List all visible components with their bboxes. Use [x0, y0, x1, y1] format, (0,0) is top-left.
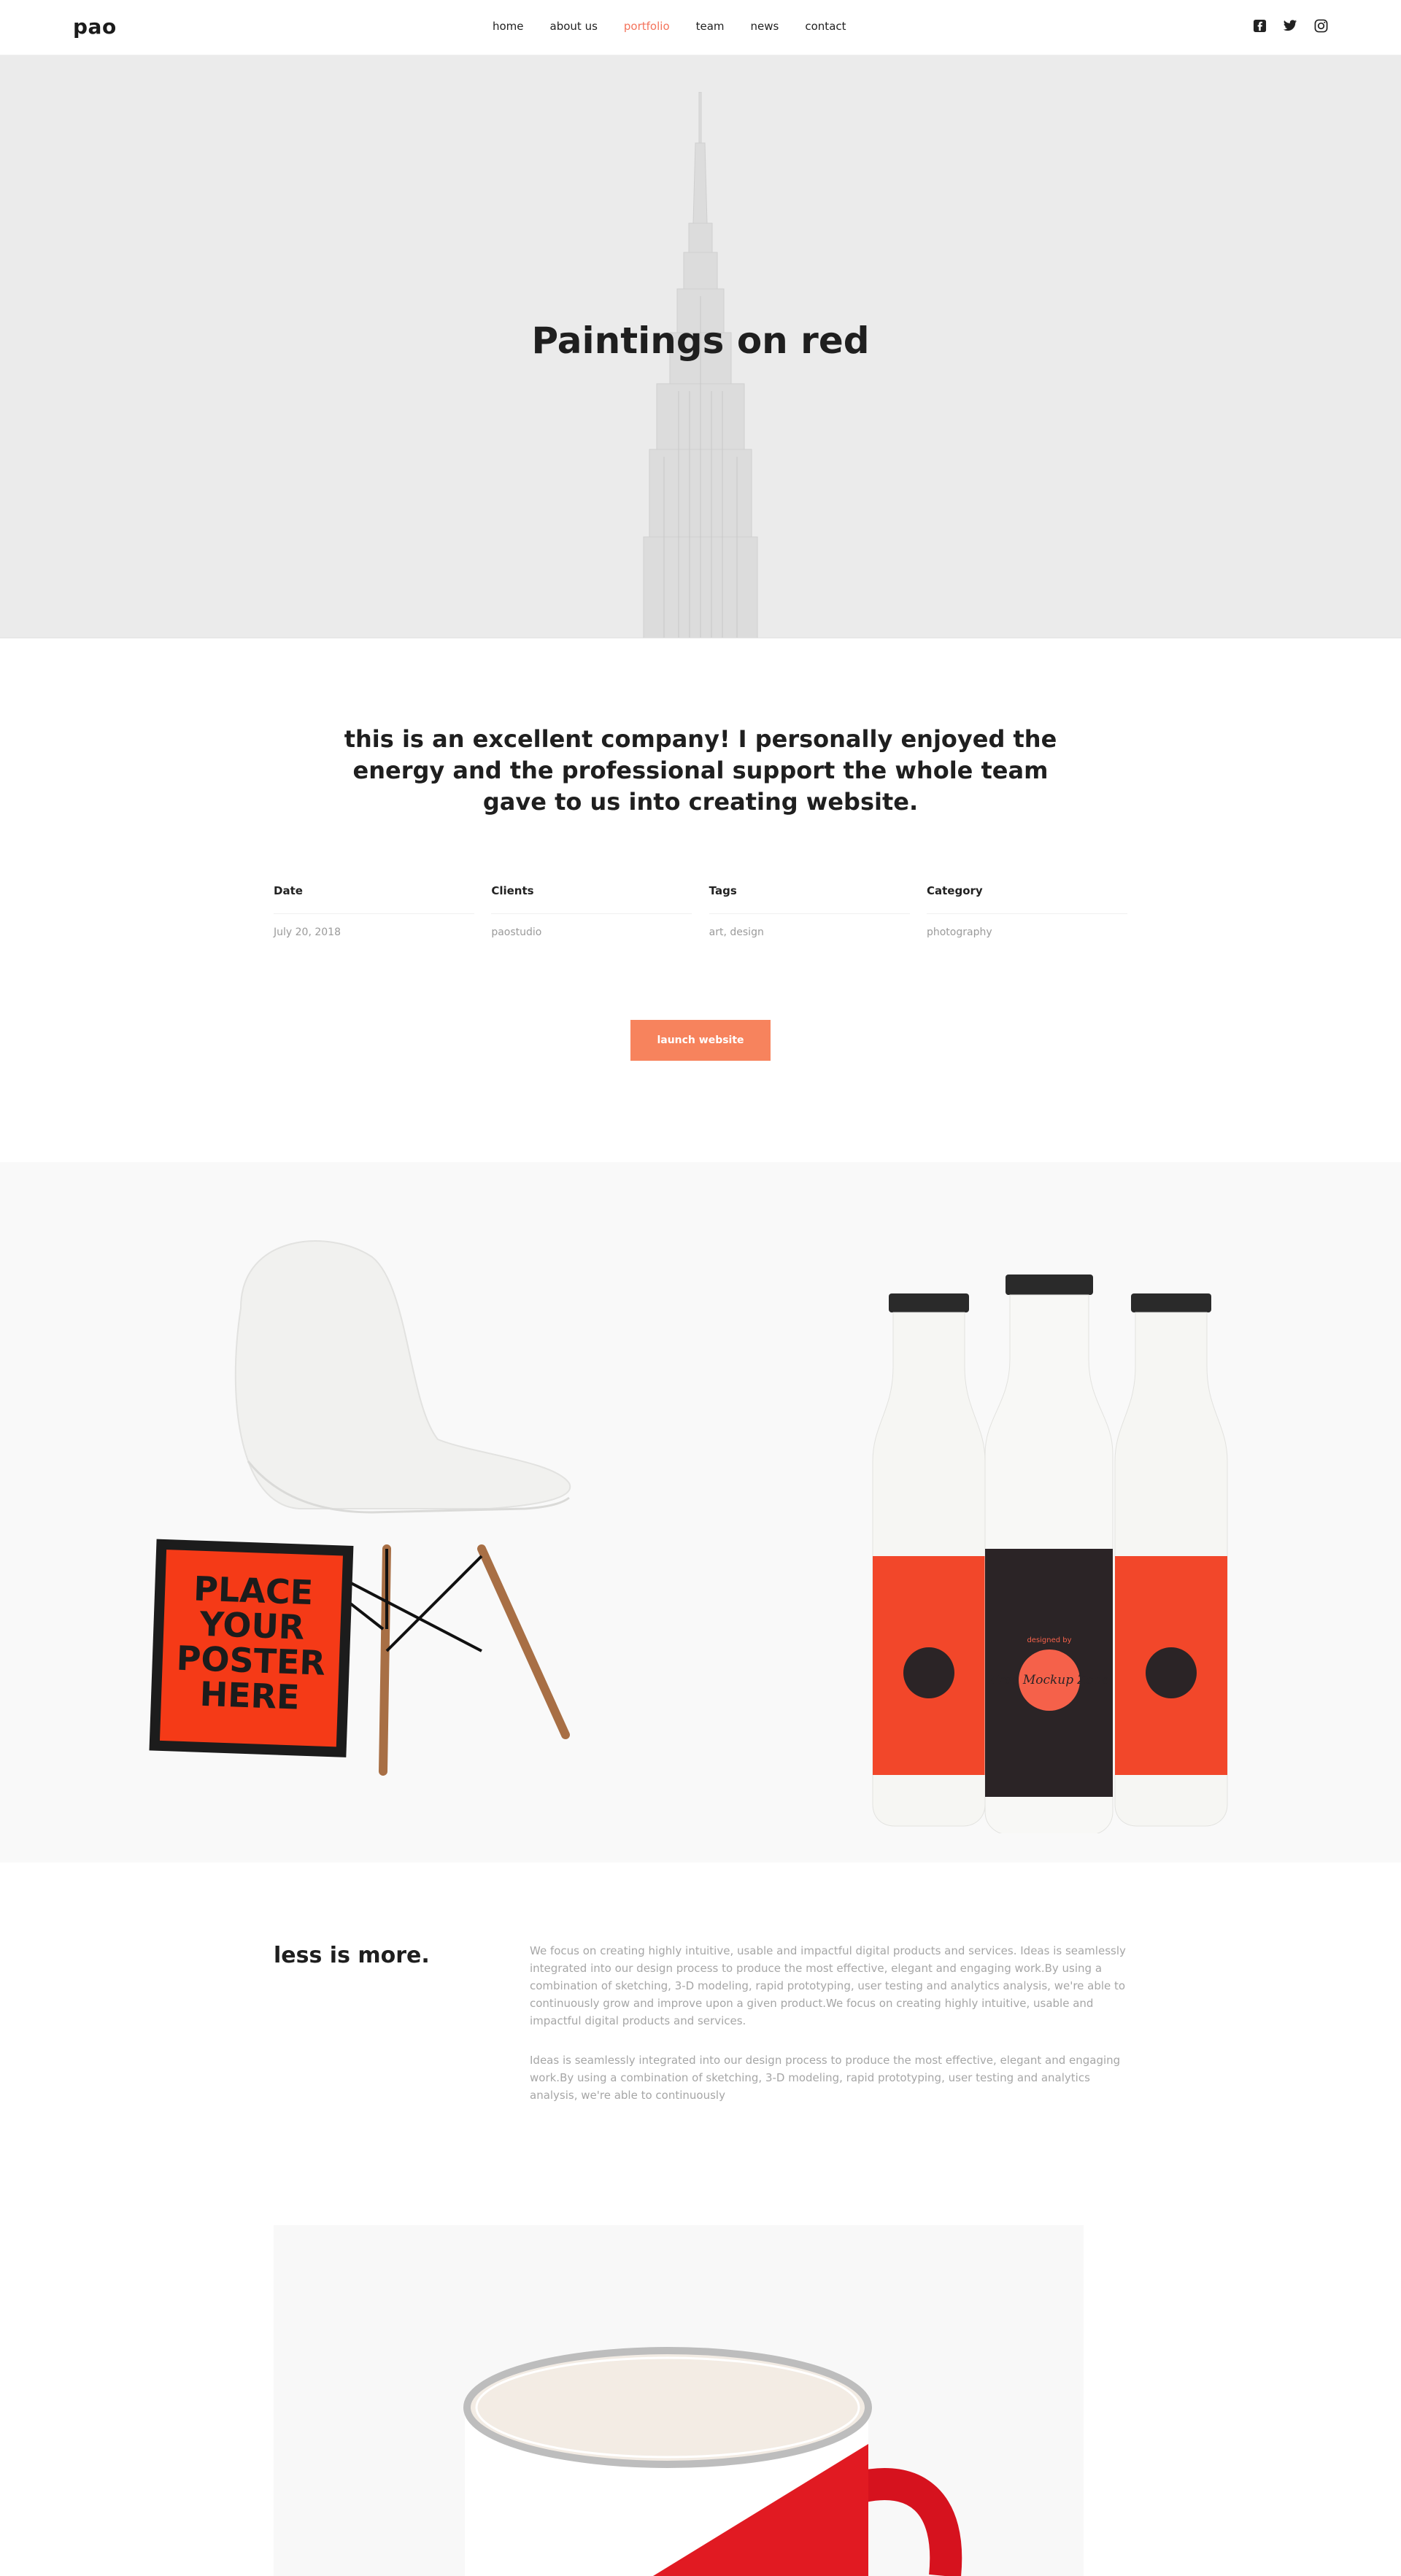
meta-value: art, design [709, 927, 764, 938]
milk-bottles-image: designed by Free Mockup Zone [872, 1275, 1228, 1833]
meta-date: Date July 20, 2018 [274, 884, 474, 938]
description-paragraph-1: We focus on creating highly intuitive, u… [530, 1944, 1126, 2027]
nav-home[interactable]: home [493, 20, 524, 33]
meta-label: Category [926, 884, 1127, 914]
section-title: less is more. [274, 1943, 430, 1968]
meta-value: photography [926, 927, 992, 938]
meta-value: July 20, 2018 [274, 927, 341, 938]
enamel-mug-image [463, 2347, 962, 2576]
launch-website-button[interactable]: launch website [630, 1020, 771, 1061]
nav-portfolio[interactable]: portfolio [624, 20, 670, 33]
site-logo[interactable]: pao [73, 15, 117, 39]
mug-image-container [274, 2225, 1084, 2576]
instagram-icon[interactable] [1313, 18, 1328, 33]
site-header: pao home about us portfolio team news co… [0, 0, 1401, 55]
nav-contact[interactable]: contact [805, 20, 846, 33]
description-paragraph-2: Ideas is seamlessly integrated into our … [530, 2054, 1121, 2102]
nav-news[interactable]: news [751, 20, 779, 33]
meta-label: Tags [709, 884, 910, 914]
testimonial-quote: this is an excellent company! I personal… [344, 725, 1057, 816]
meta-value: paostudio [491, 927, 542, 938]
project-meta: Date July 20, 2018 Clients paostudio Tag… [274, 884, 1127, 938]
nav-team[interactable]: team [696, 20, 725, 33]
poster-line-4: HERE [199, 1674, 301, 1717]
nav-about-us[interactable]: about us [550, 20, 598, 33]
bottle-brand: Free Mockup Zone [989, 1673, 1108, 1687]
chair-poster-image: PLACE YOUR POSTER HERE [149, 1240, 571, 1776]
meta-tags: Tags art, design [709, 884, 910, 938]
bottle-caption: designed by [1027, 1636, 1071, 1644]
meta-label: Date [274, 884, 474, 914]
meta-category: Category photography [926, 884, 1127, 938]
facebook-icon[interactable] [1252, 18, 1267, 33]
hero-section: Paintings on red [0, 55, 1401, 638]
page-title: Paintings on red [531, 320, 870, 362]
meta-label: Clients [491, 884, 692, 914]
twitter-icon[interactable] [1283, 18, 1297, 33]
social-links [1252, 18, 1328, 33]
meta-clients: Clients paostudio [491, 884, 692, 938]
main-nav: home about us portfolio team news contac… [493, 20, 846, 33]
empire-state-building-image [643, 92, 758, 638]
project-showcase: PLACE YOUR POSTER HERE designed by Free … [0, 1162, 1401, 1863]
